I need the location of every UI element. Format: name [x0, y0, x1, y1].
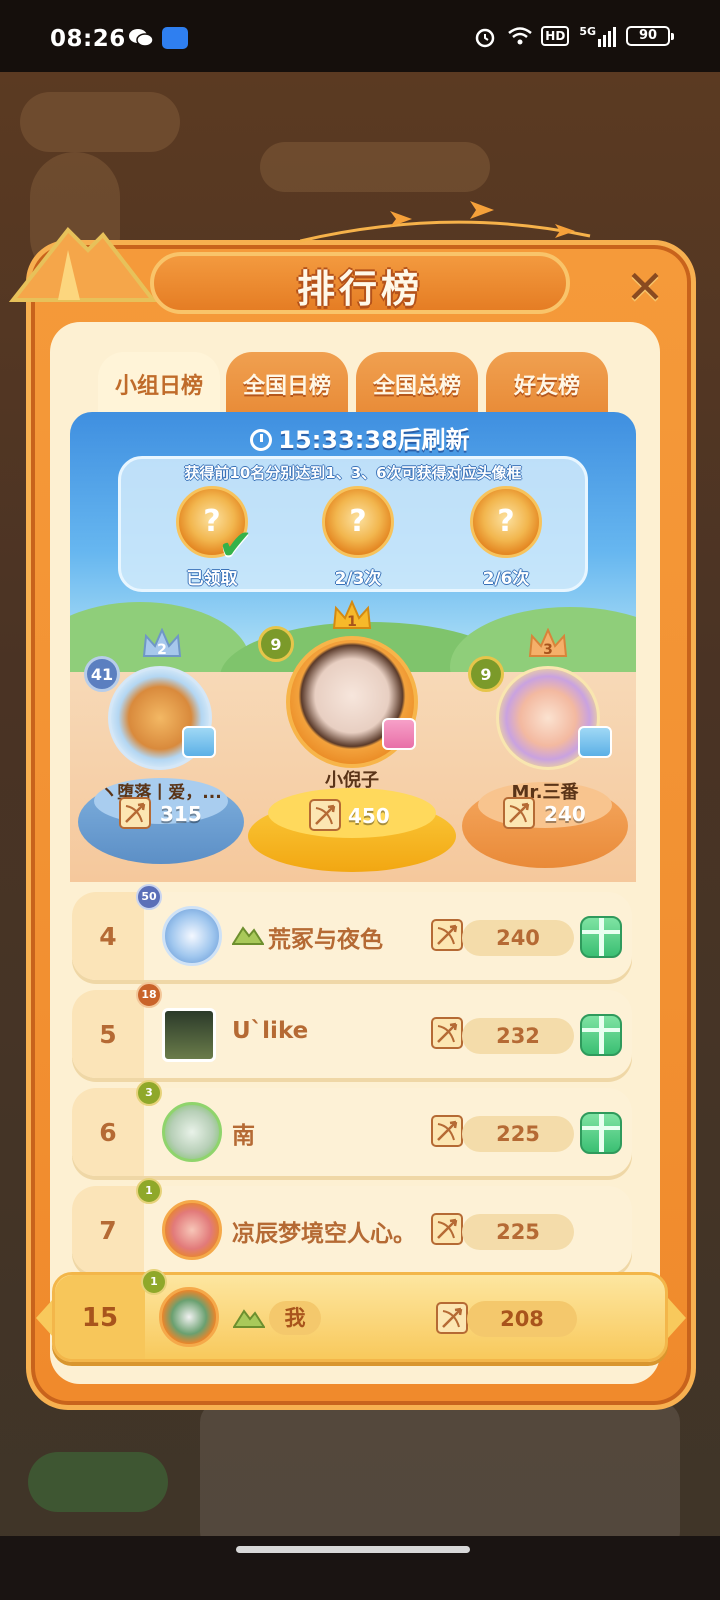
- mountain-icon: [233, 1309, 265, 1328]
- gift-icon[interactable]: [580, 1112, 622, 1154]
- name-third: Mr.三番: [511, 782, 579, 803]
- countdown-time: 15:33:38: [278, 426, 398, 454]
- gift-icon-third[interactable]: [578, 726, 612, 758]
- gift-icon-second[interactable]: [182, 726, 216, 758]
- hd-badge: HD: [541, 26, 570, 46]
- battery-indicator: 90: [626, 26, 674, 46]
- score-pill: 240: [462, 920, 574, 956]
- tab-national-total[interactable]: 全国总榜: [356, 352, 478, 418]
- signal-icon: 5G: [579, 25, 616, 47]
- page-title: 排行榜: [296, 267, 423, 311]
- level-badge: 1: [141, 1269, 167, 1295]
- close-button[interactable]: ✕: [622, 264, 668, 310]
- row-name: 南: [232, 1123, 255, 1149]
- arrows-decoration: [300, 201, 591, 243]
- reward-status-3: 2/6次: [482, 569, 530, 589]
- row-name: 荒冢与夜色: [268, 927, 383, 953]
- list-item[interactable]: 5 18 U`like 232: [72, 982, 632, 1078]
- mountain-icon: [232, 926, 264, 945]
- countdown-suffix: 后刷新: [397, 426, 470, 454]
- bow-icon: [431, 1213, 463, 1245]
- tab-national-daily[interactable]: 全国日榜: [226, 352, 348, 418]
- row-rank: 5: [99, 1020, 117, 1049]
- name-first: 小倪子: [325, 770, 379, 791]
- status-bar: 08:26 HD 5G 90: [0, 0, 720, 72]
- my-row-right-arrow: [668, 1298, 686, 1338]
- score-first: 450: [348, 804, 390, 828]
- list-item[interactable]: 7 1 凉辰梦境空人心。 225: [72, 1178, 632, 1274]
- close-icon: ✕: [625, 260, 665, 314]
- score-second: 315: [160, 802, 202, 826]
- reward-hint: 获得前10名分别达到1、3、6次可获得对应头像框: [184, 464, 522, 482]
- level-badge: 3: [136, 1080, 162, 1106]
- level-badge-third: 9: [468, 656, 504, 692]
- level-badge-second: 41: [84, 656, 120, 692]
- gift-icon[interactable]: [580, 916, 622, 958]
- gift-icon[interactable]: [580, 1014, 622, 1056]
- score-third: 240: [544, 802, 586, 826]
- row-rank: 6: [99, 1118, 117, 1147]
- bow-icon: [431, 1115, 463, 1147]
- avatar[interactable]: [162, 1008, 216, 1062]
- avatar[interactable]: [162, 1200, 222, 1260]
- score-pill: 232: [462, 1018, 574, 1054]
- rank-second: 2: [157, 642, 167, 658]
- list-item[interactable]: 6 3 南 225: [72, 1080, 632, 1176]
- row-rank: 7: [99, 1216, 117, 1245]
- tab-friends[interactable]: 好友榜: [486, 352, 608, 418]
- row-rank: 4: [99, 922, 117, 951]
- avatar[interactable]: [162, 906, 222, 966]
- gift-icon-first[interactable]: [382, 718, 416, 750]
- row-name: 凉辰梦境空人心。: [232, 1221, 416, 1247]
- bow-icon-first: [309, 799, 341, 831]
- my-rank: 15: [81, 1303, 119, 1333]
- check-icon: ✔: [218, 520, 254, 569]
- home-indicator[interactable]: [236, 1546, 470, 1553]
- reward-status-2: 2/3次: [334, 569, 382, 589]
- my-rank-row[interactable]: 15 1 我 208: [52, 1269, 668, 1362]
- row-name: U`like: [232, 1018, 309, 1044]
- avatar-frame-reward-3[interactable]: ?: [470, 486, 542, 558]
- app-notification-icon: [162, 27, 188, 49]
- refresh-countdown: 15:33:38后刷新: [0, 420, 720, 455]
- network-label: 5G: [579, 25, 596, 38]
- bow-icon-second: [119, 797, 151, 829]
- bow-icon: [431, 1017, 463, 1049]
- score-pill: 225: [462, 1214, 574, 1250]
- alarm-icon: [473, 25, 497, 48]
- level-badge: 1: [136, 1178, 162, 1204]
- avatar[interactable]: [162, 1102, 222, 1162]
- bow-icon-third: [503, 797, 535, 829]
- tab-group-daily[interactable]: 小组日榜: [98, 352, 220, 418]
- wechat-icon: [128, 27, 154, 49]
- level-badge-first: 9: [258, 626, 294, 662]
- status-time: 08:26: [50, 26, 126, 52]
- avatar-frame-reward-2[interactable]: ?: [322, 486, 394, 558]
- my-name: 我: [269, 1301, 321, 1335]
- score-pill: 225: [462, 1116, 574, 1152]
- rank-first: 1: [347, 614, 357, 630]
- my-avatar[interactable]: [159, 1287, 219, 1347]
- clock-icon: [250, 429, 273, 451]
- bow-icon: [436, 1302, 468, 1334]
- bow-icon: [431, 919, 463, 951]
- level-badge: 18: [136, 982, 162, 1008]
- wifi-icon: [507, 25, 533, 47]
- level-badge: 50: [136, 884, 162, 910]
- reward-status-1: 已领取: [186, 569, 238, 589]
- rank-third: 3: [543, 642, 553, 658]
- name-second: ヽ堕落丨爱，...: [100, 783, 222, 803]
- list-item[interactable]: 4 50 荒冢与夜色 240: [72, 884, 632, 980]
- my-score: 208: [467, 1301, 577, 1337]
